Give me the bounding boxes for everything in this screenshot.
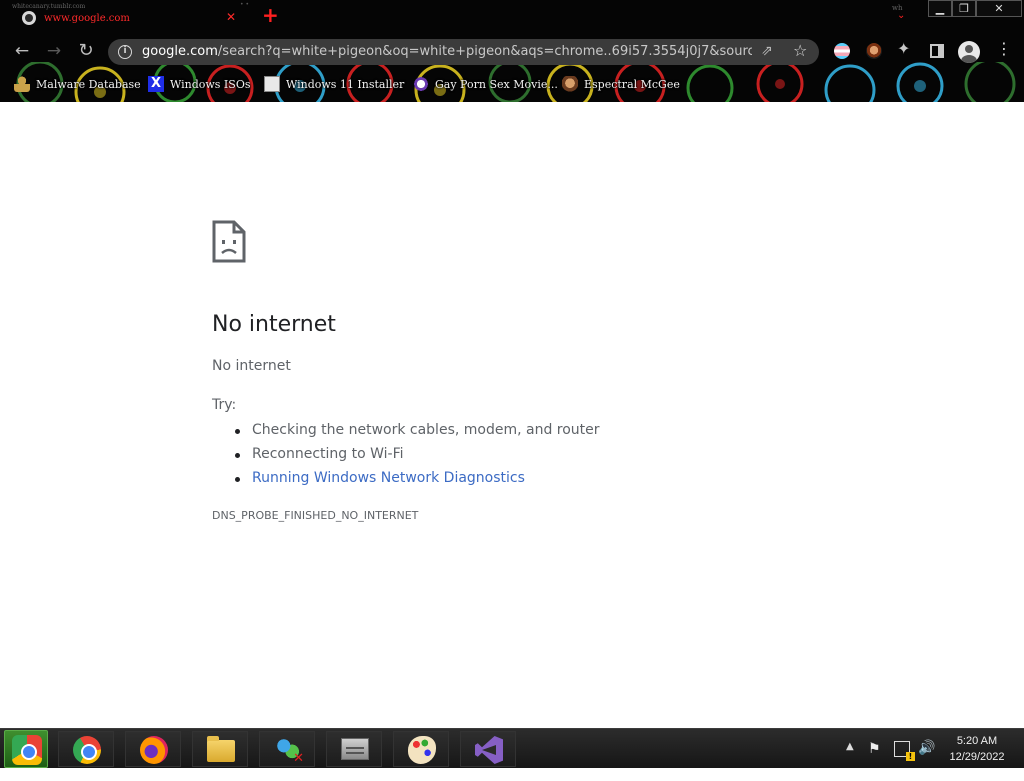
network-warning-icon[interactable] xyxy=(894,741,915,761)
taskbar-messenger[interactable] xyxy=(259,731,315,767)
tab-close-icon[interactable]: ✕ xyxy=(226,10,236,24)
minimize-button[interactable]: ▁ xyxy=(928,0,952,17)
archive-icon xyxy=(341,738,369,760)
bookmark-label: Windows 11 Installer xyxy=(286,77,405,91)
taskbar-chrome[interactable] xyxy=(58,731,114,767)
paint-icon xyxy=(408,736,436,764)
new-tab-button[interactable]: + xyxy=(262,5,279,25)
error-code: DNS_PROBE_FINISHED_NO_INTERNET xyxy=(212,509,419,522)
url-path: /search?q=white+pigeon&oq=white+pigeon&a… xyxy=(217,44,752,59)
forward-arrow-icon[interactable]: → xyxy=(43,40,65,62)
taskbar-visual-studio[interactable] xyxy=(460,731,516,767)
tab-search-icon[interactable]: ⌄ xyxy=(897,10,905,21)
suggestion-reconnect-wifi: Reconnecting to Wi-Fi xyxy=(233,444,600,468)
browser-toolbar: ← → ↻ i google.com/search?q=white+pigeon… xyxy=(0,34,1024,68)
tab-hint-text: whitecanary.tumblr.com xyxy=(12,3,86,10)
clock-time: 5:20 AM xyxy=(956,735,998,747)
error-page: No internet No internet Try: Checking th… xyxy=(0,102,1024,728)
messenger-icon xyxy=(274,736,304,766)
bookmarks-bar: Malware Database X Windows ISOs Windows … xyxy=(0,70,1024,98)
taskbar-file-explorer[interactable] xyxy=(192,731,248,767)
site-icon xyxy=(413,76,429,92)
taskbar-archive[interactable] xyxy=(326,731,382,767)
suggestion-list: Checking the network cables, modem, and … xyxy=(233,420,600,492)
side-panel-icon[interactable] xyxy=(930,44,944,58)
start-button[interactable] xyxy=(4,730,48,768)
globe-icon xyxy=(22,11,36,25)
action-center-flag-icon[interactable]: ⚑ xyxy=(868,741,881,781)
avatar-icon xyxy=(562,76,578,92)
bookmark-label: Malware Database xyxy=(36,77,141,91)
malware-icon xyxy=(14,76,30,92)
browser-chrome: whitecanary.tumblr.com www.google.com ✕ … xyxy=(0,0,1024,102)
network-diagnostics-link[interactable]: Running Windows Network Diagnostics xyxy=(233,468,600,492)
address-bar[interactable]: i google.com/search?q=white+pigeon&oq=wh… xyxy=(108,39,819,65)
reload-icon[interactable]: ↻ xyxy=(75,40,97,62)
pride-flag-extension-icon[interactable] xyxy=(834,43,850,59)
taskbar-firefox[interactable] xyxy=(125,731,181,767)
error-subtitle: No internet xyxy=(212,358,291,374)
visual-studio-icon xyxy=(475,736,503,764)
file-explorer-icon xyxy=(207,736,235,762)
url-text[interactable]: google.com/search?q=white+pigeon&oq=whit… xyxy=(142,44,752,59)
firefox-icon xyxy=(140,736,168,764)
share-icon[interactable]: ⇗ xyxy=(761,43,773,59)
bookmark-malware-database[interactable]: Malware Database xyxy=(14,75,141,93)
show-hidden-icons-chevron-icon[interactable]: ▲ xyxy=(846,741,854,781)
bookmark-windows-11-installer[interactable]: Windows 11 Installer xyxy=(264,75,404,93)
taskbar-paint[interactable] xyxy=(393,731,449,767)
tab-title: www.google.com xyxy=(44,13,130,24)
bookmark-site[interactable]: Gay Porn Sex Movie... xyxy=(413,75,558,93)
taskbar: ▲ ⚑ 🔊 5:20 AM 12/29/2022 xyxy=(0,728,1024,768)
page-icon xyxy=(264,76,280,92)
bookmark-windows-isos[interactable]: X Windows ISOs xyxy=(148,75,250,93)
x-icon: X xyxy=(148,76,164,92)
error-title: No internet xyxy=(212,312,336,337)
chrome-icon xyxy=(73,736,101,764)
clock-date: 12/29/2022 xyxy=(949,751,1005,763)
tab-strip: whitecanary.tumblr.com www.google.com ✕ … xyxy=(0,0,1024,34)
bookmark-espectral-mcgee[interactable]: Espectral McGee xyxy=(562,75,680,93)
site-info-icon[interactable]: i xyxy=(118,45,132,59)
volume-icon[interactable]: 🔊 xyxy=(918,740,935,780)
bookmark-label: Gay Porn Sex Movie... xyxy=(435,77,558,91)
bookmark-star-icon[interactable]: ☆ xyxy=(793,41,807,60)
try-label: Try: xyxy=(212,397,237,413)
bookmark-label: Espectral McGee xyxy=(584,77,680,91)
bookmark-label: Windows ISOs xyxy=(170,77,251,91)
tab-google[interactable]: whitecanary.tumblr.com www.google.com ✕ xyxy=(8,2,250,32)
sad-document-icon xyxy=(212,220,246,263)
maximize-button[interactable]: ❐ xyxy=(952,0,976,17)
tab-separator: • • xyxy=(240,1,249,8)
url-domain: google.com xyxy=(142,44,218,59)
back-arrow-icon[interactable]: ← xyxy=(11,40,33,62)
profile-avatar-icon[interactable] xyxy=(958,41,980,63)
system-clock[interactable]: 5:20 AM 12/29/2022 xyxy=(936,733,1018,765)
face-extension-icon[interactable] xyxy=(866,43,882,59)
kebab-menu-icon[interactable]: ⋮ xyxy=(996,39,1012,59)
suggestion-check-cables: Checking the network cables, modem, and … xyxy=(233,420,600,444)
extensions-puzzle-icon[interactable]: ✦ xyxy=(897,39,910,58)
close-window-button[interactable]: ✕ xyxy=(976,0,1022,17)
start-orb-icon xyxy=(12,735,42,765)
